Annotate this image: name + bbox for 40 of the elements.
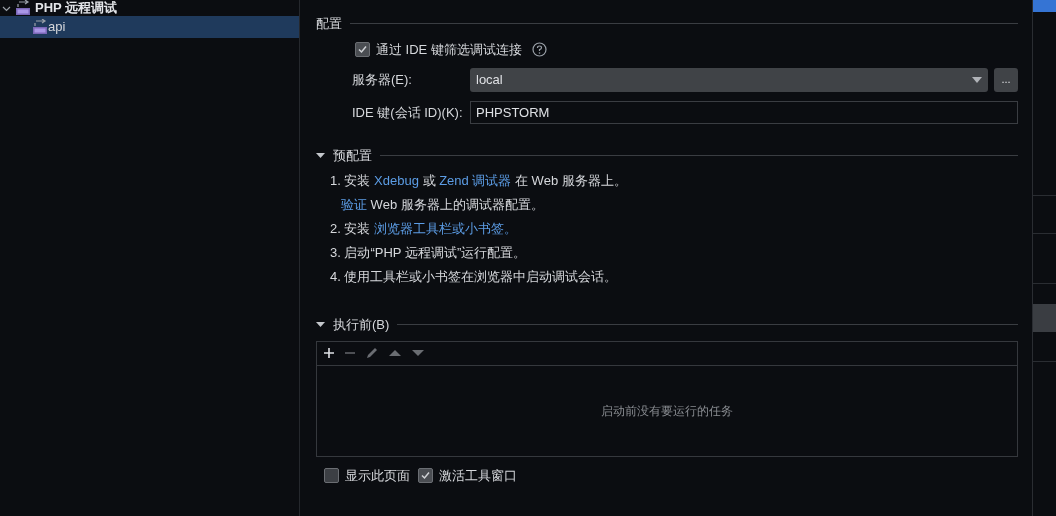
php-icon (15, 0, 31, 16)
step-text: 4. 使用工具栏或小书签在浏览器中启动调试会话。 (330, 268, 619, 286)
step-text: 1. 安装 Xdebug 或 Zend 调试器 在 Web 服务器上。 (330, 172, 628, 190)
link[interactable]: Zend 调试器 (439, 173, 512, 188)
help-icon[interactable] (531, 42, 547, 57)
step-text: 2. 安装 浏览器工具栏或小书签。 (330, 220, 519, 238)
dropdown-arrow-icon (972, 76, 982, 83)
tree-item[interactable]: PHP 远程调试 (0, 0, 299, 16)
step-text: 验证 Web 服务器上的调试器配置。 (340, 196, 545, 214)
checkbox[interactable] (324, 467, 339, 483)
move-down-icon[interactable] (411, 349, 425, 357)
server-dropdown[interactable]: local (470, 67, 988, 92)
step-text: 3. 启动“PHP 远程调试”运行配置。 (330, 244, 528, 262)
link[interactable]: 浏览器工具栏或小书签。 (374, 221, 518, 236)
section-title: 配置 (316, 15, 342, 33)
checkmark-icon (357, 44, 368, 55)
link[interactable]: 验证 (341, 197, 367, 212)
ide-key-field[interactable]: PHPSTORM (470, 101, 1018, 124)
section-title: 预配置 (333, 146, 372, 165)
checkbox-label: 激活工具窗口 (439, 466, 517, 485)
field-label: 服务器(E): (351, 70, 413, 89)
empty-state-text: 启动前没有要运行的任务 (601, 402, 733, 420)
php-icon (32, 19, 48, 35)
checkmark-icon (420, 469, 431, 481)
tree-item[interactable]: api (0, 16, 299, 38)
checkbox[interactable] (418, 467, 433, 483)
tree-label: api (48, 18, 66, 37)
field-label: IDE 键(会话 ID)(K): (351, 103, 464, 122)
checkbox[interactable] (355, 42, 370, 57)
checkbox-label: 通过 IDE 键筛选调试连接 (376, 40, 522, 59)
move-up-icon[interactable] (388, 349, 402, 357)
caret-icon[interactable] (316, 150, 325, 160)
caret-icon[interactable] (316, 320, 325, 330)
browse-button[interactable]: ... (994, 67, 1018, 92)
link[interactable]: Xdebug (374, 173, 419, 188)
checkbox-label: 显示此页面 (345, 466, 410, 485)
section-title: 执行前(B) (333, 316, 390, 334)
add-icon[interactable] (323, 347, 335, 359)
tree-label: PHP 远程调试 (35, 0, 118, 18)
edit-icon[interactable] (365, 346, 379, 360)
